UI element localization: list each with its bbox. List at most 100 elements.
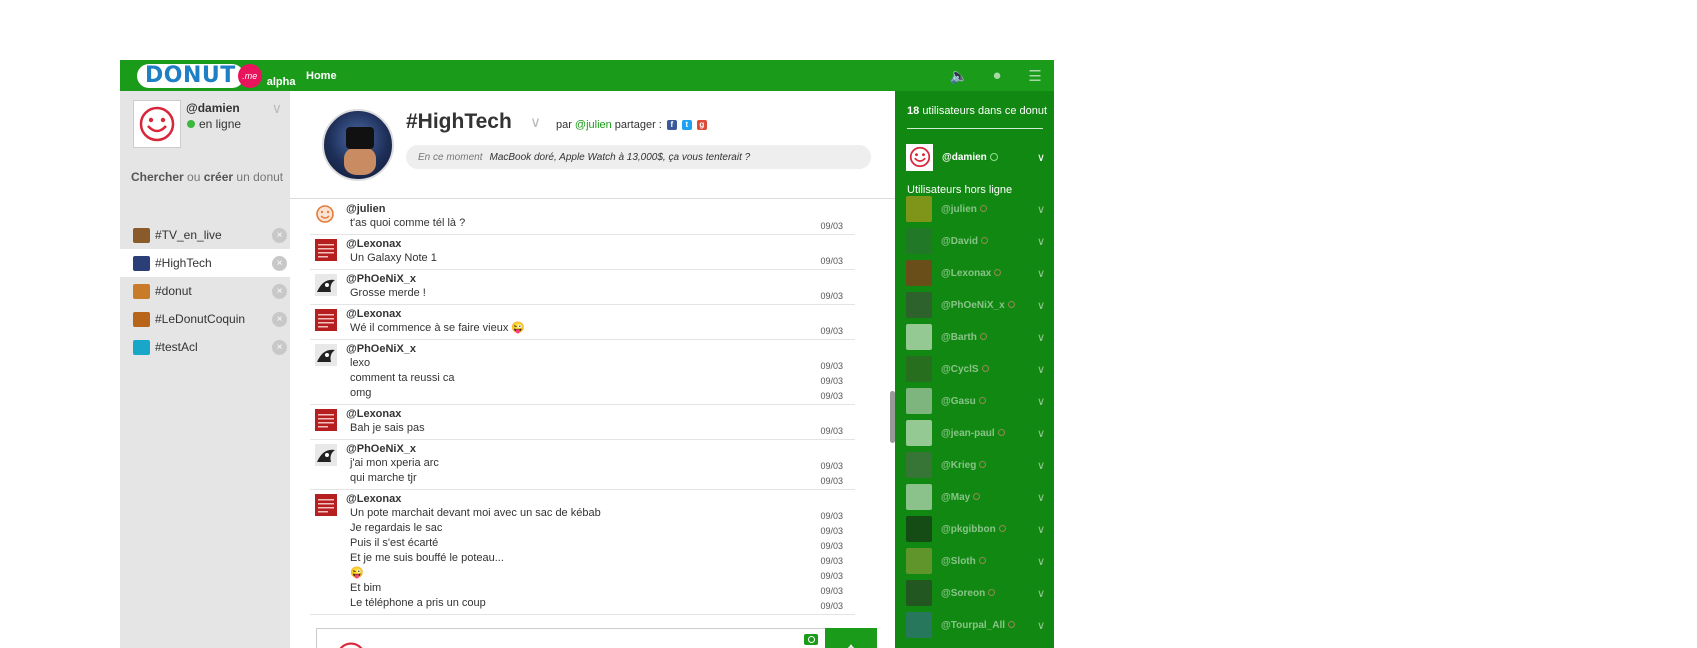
user-name: @jean-paul	[941, 428, 1005, 439]
chevron-down-icon[interactable]: ∨	[1037, 267, 1045, 280]
volume-icon[interactable]: 🔈	[940, 67, 978, 85]
message-author[interactable]: @Lexonax	[346, 492, 855, 506]
camera-icon[interactable]	[804, 634, 818, 645]
offline-status-icon	[1008, 621, 1016, 629]
globe-icon[interactable]: ●	[978, 67, 1016, 84]
avatar[interactable]	[315, 204, 337, 226]
chevron-down-icon[interactable]: ∨	[1037, 331, 1045, 344]
facebook-icon[interactable]: f	[666, 120, 677, 130]
chevron-down-icon[interactable]: ∨	[1037, 523, 1045, 536]
offline-user-row[interactable]: @Krieg ∨	[895, 449, 1054, 481]
user-name-text: @Gasu	[941, 395, 976, 407]
chevron-down-icon[interactable]: ∨	[1037, 427, 1045, 440]
chevron-down-icon[interactable]: ∨	[1037, 459, 1045, 472]
close-icon[interactable]: ×	[272, 311, 287, 327]
avatar[interactable]	[315, 444, 337, 466]
offline-user-row[interactable]: @CyclS ∨	[895, 353, 1054, 385]
chevron-down-icon[interactable]: ∨	[530, 113, 541, 131]
alpha-label: alpha	[266, 75, 296, 88]
chevron-down-icon[interactable]: ∨	[1037, 203, 1045, 216]
message-composer[interactable]: ↑	[316, 628, 877, 648]
user-name-text: @PhOeNiX_x	[941, 299, 1005, 311]
chevron-down-icon[interactable]: ∨	[272, 100, 282, 117]
offline-user-row[interactable]: @Tourpal_All ∨	[895, 609, 1054, 641]
close-icon[interactable]: ×	[272, 283, 287, 299]
donut-item[interactable]: #testAcl ×	[120, 333, 290, 361]
offline-status-icon	[997, 429, 1005, 437]
message-author[interactable]: @Lexonax	[346, 307, 855, 321]
avatar[interactable]	[315, 344, 337, 366]
avatar[interactable]	[133, 100, 181, 148]
offline-user-row[interactable]: @jean-paul ∨	[895, 417, 1054, 449]
chevron-down-icon[interactable]: ∨	[1037, 555, 1045, 568]
message-group: @PhOeNiX_x lexo 09/03 comment ta reussi ca 0…	[310, 340, 855, 405]
chevron-down-icon[interactable]: ∨	[1037, 151, 1045, 164]
message-text: Un pote marchait devant moi avec un sac …	[350, 507, 601, 519]
offline-user-row[interactable]: @Gasu ∨	[895, 385, 1054, 417]
offline-status-icon	[978, 397, 986, 405]
search-label[interactable]: Chercher	[131, 170, 184, 184]
message-text: qui marche tjr	[350, 472, 417, 484]
google-plus-icon[interactable]: g	[696, 120, 707, 130]
chevron-down-icon[interactable]: ∨	[1037, 619, 1045, 632]
message-author[interactable]: @PhOeNiX_x	[346, 342, 855, 356]
message-text: j'ai mon xperia arc	[350, 457, 439, 469]
message-text: t'as quoi comme tél là ?	[350, 217, 466, 229]
offline-user-row[interactable]: @Sloth ∨	[895, 545, 1054, 577]
message-group: @julien t'as quoi comme tél là ? 09/03	[310, 200, 855, 235]
donut-item[interactable]: #LeDonutCoquin ×	[120, 305, 290, 333]
offline-user-row[interactable]: @David ∨	[895, 225, 1054, 257]
message-author[interactable]: @PhOeNiX_x	[346, 272, 855, 286]
message-group: @PhOeNiX_x j'ai mon xperia arc 09/03 qui ma…	[310, 440, 855, 490]
chevron-down-icon[interactable]: ∨	[1037, 395, 1045, 408]
menu-icon[interactable]: ☰	[1016, 67, 1054, 85]
online-user-row[interactable]: @damien ∨	[906, 143, 1054, 171]
message-author[interactable]: @julien	[346, 202, 855, 216]
top-bar: DONUT .me alpha Home 🔈 ● ☰	[120, 60, 1054, 91]
avatar[interactable]	[315, 309, 337, 331]
message-text: Grosse merde !	[350, 287, 426, 299]
offline-user-row[interactable]: @May ∨	[895, 481, 1054, 513]
message-author[interactable]: @Lexonax	[346, 237, 855, 251]
send-button[interactable]: ↑	[825, 628, 877, 648]
offline-user-row[interactable]: @Lexonax ∨	[895, 257, 1054, 289]
avatar[interactable]	[315, 409, 337, 431]
donut-item[interactable]: #donut ×	[120, 277, 290, 305]
user-name: @CyclS	[941, 364, 989, 375]
chevron-down-icon[interactable]: ∨	[1037, 299, 1045, 312]
offline-user-row[interactable]: @Barth ∨	[895, 321, 1054, 353]
offline-user-row[interactable]: @julien ∨	[895, 193, 1054, 225]
message-author[interactable]: @PhOeNiX_x	[346, 442, 855, 456]
search-create-donut[interactable]: Chercher ou créer un donut	[131, 170, 283, 184]
message-list[interactable]: @julien t'as quoi comme tél là ? 09/03 @Lex…	[290, 200, 895, 620]
avatar[interactable]	[315, 239, 337, 261]
chevron-down-icon[interactable]: ∨	[1037, 363, 1045, 376]
message-author[interactable]: @Lexonax	[346, 407, 855, 421]
user-name-text: @Barth	[941, 331, 977, 343]
message-line: Bah je sais pas 09/03	[346, 421, 855, 436]
offline-status-icon	[978, 557, 986, 565]
donut-item[interactable]: #HighTech ×	[120, 249, 290, 277]
offline-status-icon	[973, 493, 981, 501]
chevron-down-icon[interactable]: ∨	[1037, 235, 1045, 248]
close-icon[interactable]: ×	[272, 255, 287, 271]
offline-user-row[interactable]: @PhOeNiX_x ∨	[895, 289, 1054, 321]
chevron-down-icon[interactable]: ∨	[1037, 587, 1045, 600]
close-icon[interactable]: ×	[272, 339, 287, 355]
twitter-icon[interactable]: t	[681, 120, 692, 130]
user-name: @May	[941, 492, 981, 503]
room-author-link[interactable]: @julien	[575, 119, 612, 131]
avatar[interactable]	[315, 274, 337, 296]
chevron-down-icon[interactable]: ∨	[1037, 491, 1045, 504]
logo[interactable]: DONUT .me alpha	[120, 60, 301, 91]
offline-user-row[interactable]: @Soreon ∨	[895, 577, 1054, 609]
avatar[interactable]	[315, 494, 337, 516]
create-label[interactable]: créer	[204, 170, 233, 184]
donut-item[interactable]: #TV_en_live ×	[120, 221, 290, 249]
offline-user-row[interactable]: @pkgibbon ∨	[895, 513, 1054, 545]
user-name-text: @Soreon	[941, 587, 986, 599]
room-header: #HighTech ∨ par @julien partager : f t g…	[290, 91, 895, 199]
home-link[interactable]: Home	[306, 70, 337, 82]
close-icon[interactable]: ×	[272, 227, 287, 243]
room-title: #HighTech	[406, 110, 512, 133]
